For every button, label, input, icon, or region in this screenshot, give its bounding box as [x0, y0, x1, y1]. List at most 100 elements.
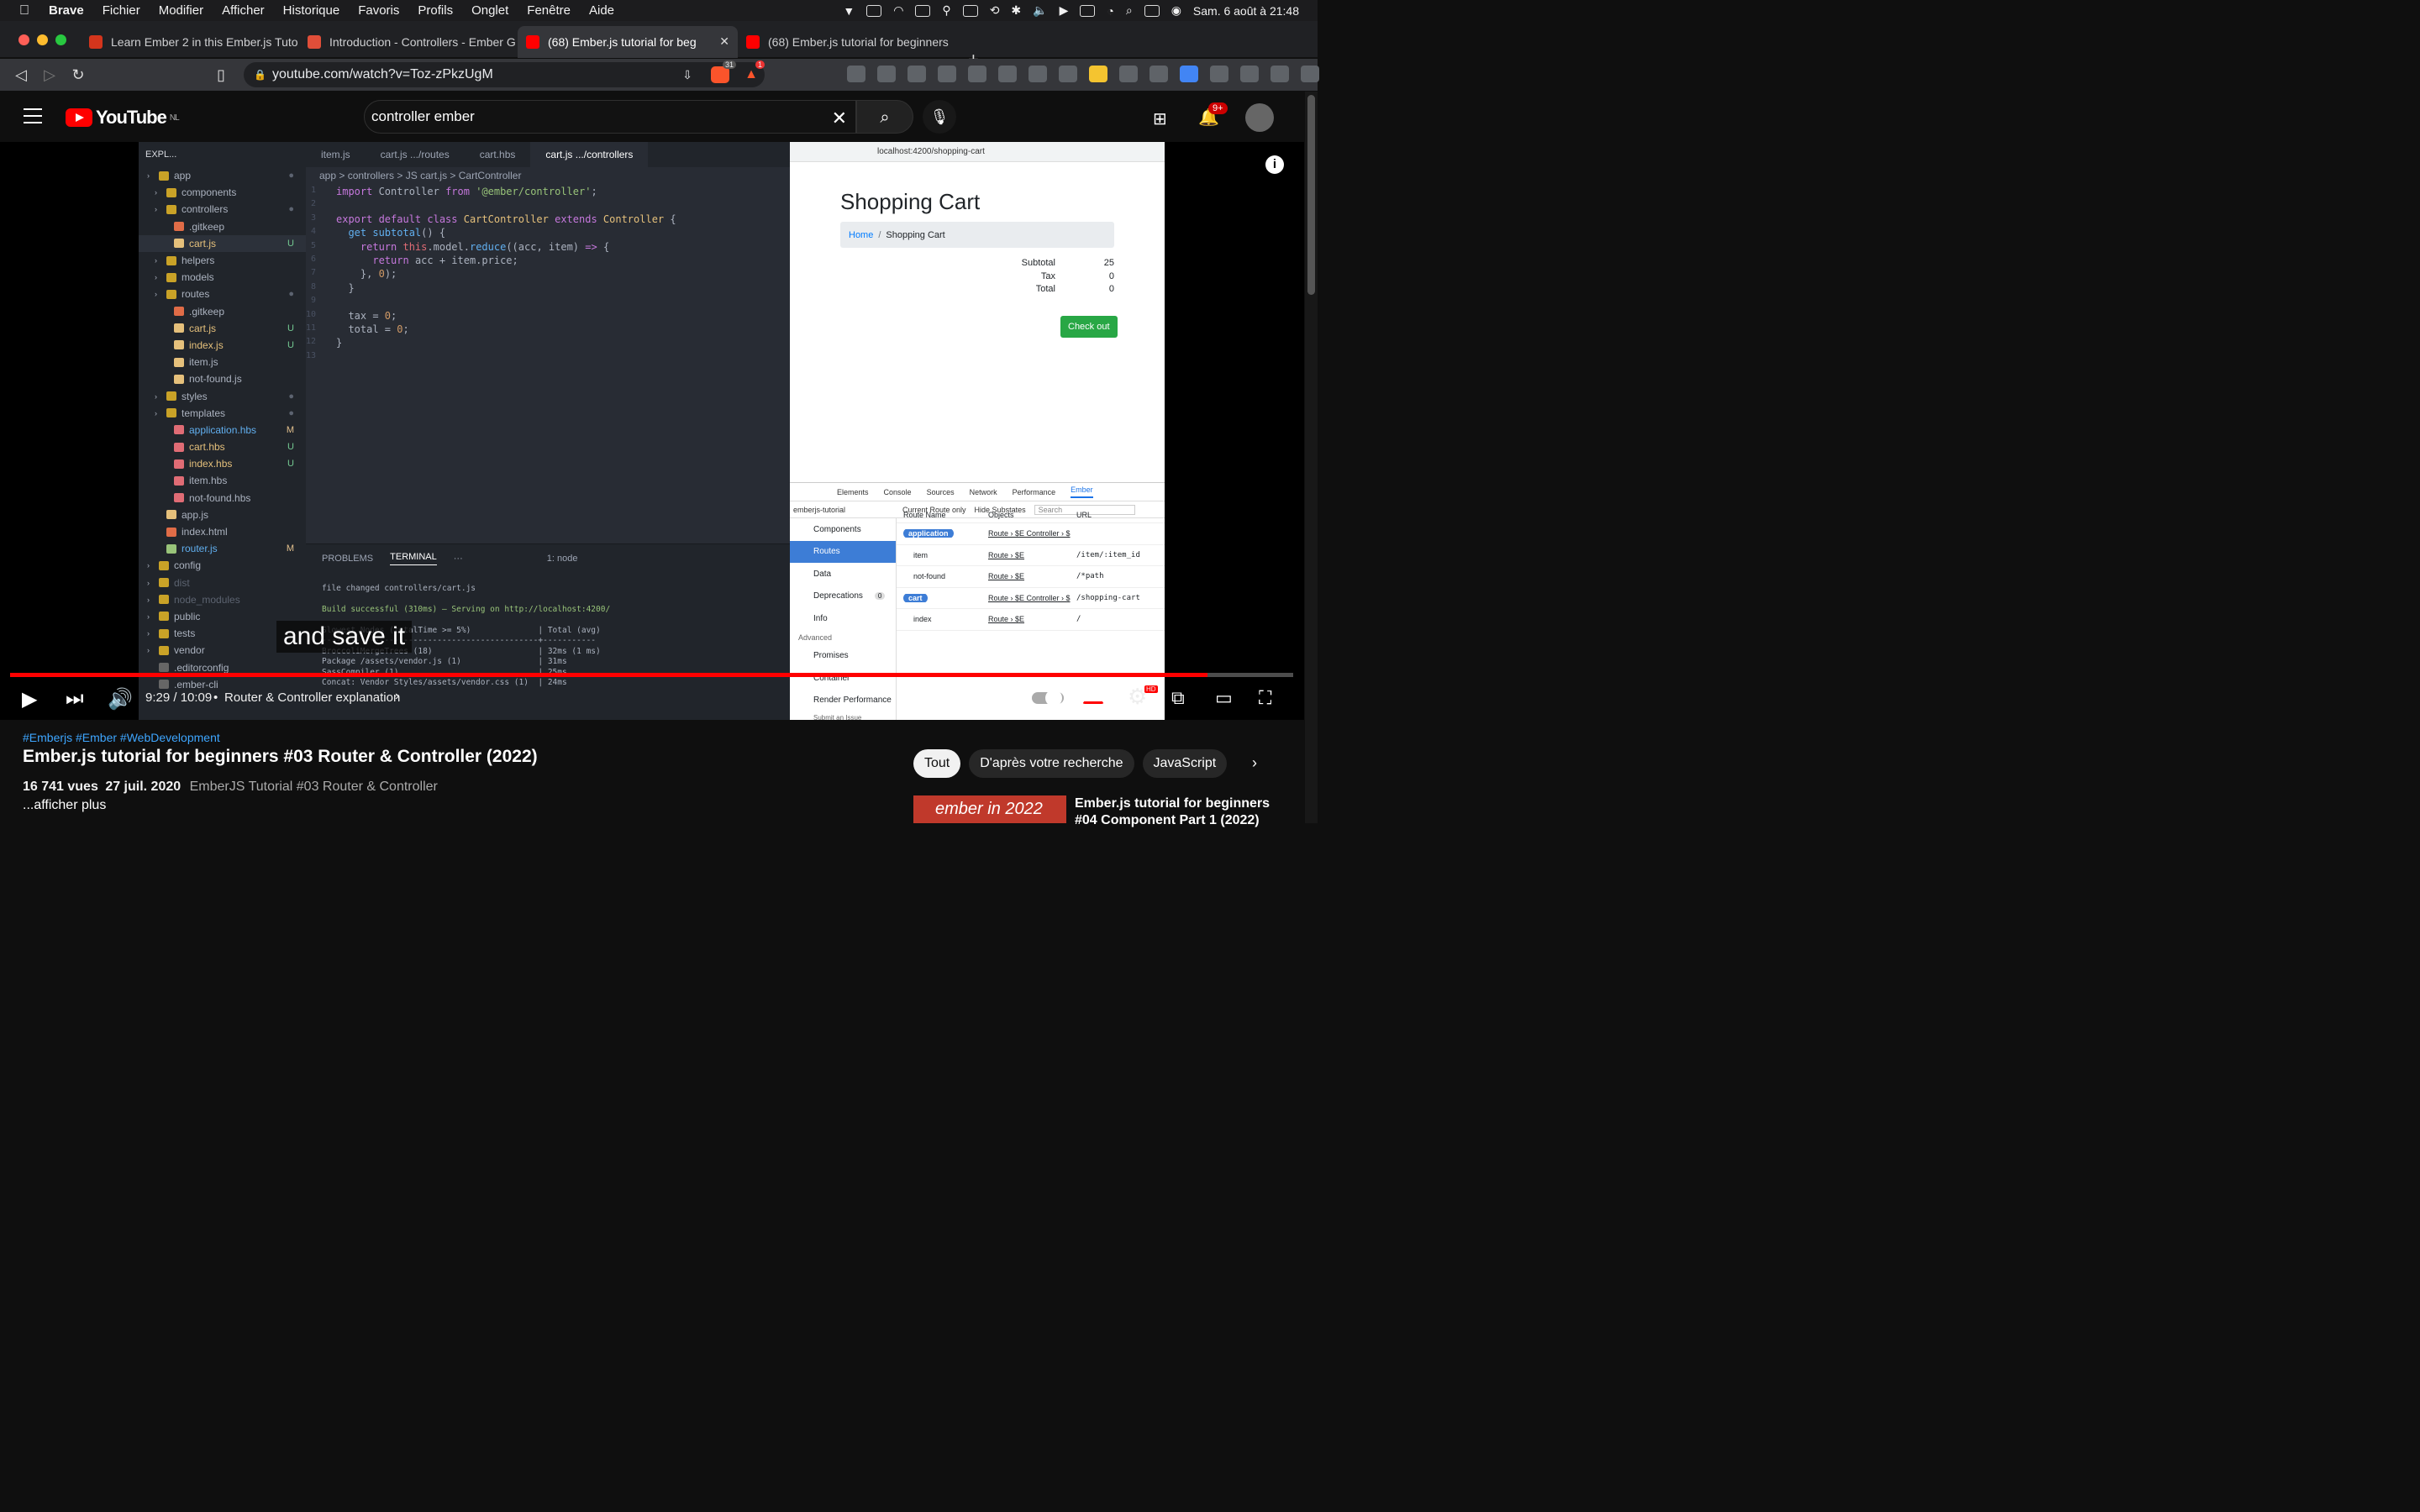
chip-related[interactable]: D'après votre recherche — [969, 749, 1134, 778]
spotlight-icon[interactable]: ⌕ — [1126, 3, 1133, 18]
extension-icon[interactable] — [1089, 66, 1107, 82]
extension-icon[interactable] — [1119, 66, 1138, 82]
next-button[interactable]: ⏭ — [66, 687, 84, 711]
scrollbar-thumb[interactable] — [1307, 95, 1315, 295]
video-hashtags[interactable]: #Emberjs #Ember #WebDevelopment — [23, 731, 220, 744]
menu-aide[interactable]: Aide — [589, 3, 614, 18]
wifi-icon[interactable]: ◔ — [1107, 4, 1113, 18]
menu-fichier[interactable]: Fichier — [103, 3, 140, 18]
code-token: this — [402, 240, 428, 253]
browser-tab[interactable]: Learn Ember 2 in this Ember.js Tuto — [81, 26, 301, 58]
browser-tab[interactable]: (68) Ember.js tutorial for beginners — [738, 26, 958, 58]
headphones-icon[interactable]: ◠ — [893, 3, 903, 18]
forward-icon[interactable]: ▷ — [35, 66, 64, 84]
route-name: item — [913, 550, 929, 559]
apple-menu-icon[interactable]:  — [0, 3, 49, 18]
extension-icon[interactable] — [1059, 66, 1077, 82]
video-player[interactable]: EXPL... › app ● › components › controllers ● .gi… — [0, 142, 1304, 720]
page-scrollbar[interactable] — [1305, 92, 1318, 823]
zoom-window-button[interactable] — [55, 34, 66, 45]
avatar[interactable] — [1245, 103, 1274, 132]
extension-icon[interactable] — [938, 66, 956, 82]
bookmark-icon[interactable]: ▯ — [207, 66, 235, 84]
voice-search-mic-icon[interactable]: 🎙 — [923, 100, 956, 134]
browser-tab[interactable]: (68) Ember.js tutorial for beg ✕ — [518, 26, 738, 58]
status-icon[interactable] — [915, 4, 931, 17]
show-more-link[interactable]: ...afficher plus — [23, 798, 106, 813]
chevron-icon: › — [155, 188, 157, 197]
extension-icon[interactable] — [877, 66, 896, 82]
chip-javascript[interactable]: JavaScript — [1142, 749, 1228, 778]
close-tab-icon[interactable]: ✕ — [719, 34, 729, 49]
chevron-right-icon[interactable]: › — [1252, 754, 1257, 772]
close-window-button[interactable] — [18, 34, 29, 45]
battery-icon[interactable] — [1080, 4, 1096, 17]
menubar-datetime[interactable]: Sam. 6 août à 21:48 — [1193, 4, 1299, 18]
play-icon[interactable]: ▶ — [1060, 3, 1069, 18]
playlist-icon[interactable] — [1240, 66, 1259, 82]
search-input[interactable] — [371, 108, 808, 125]
brave-shields-icon[interactable] — [711, 66, 729, 83]
status-icon[interactable]: ▼ — [843, 4, 855, 18]
menu-favoris[interactable]: Favoris — [358, 3, 399, 18]
time-machine-icon[interactable]: ⟲ — [990, 3, 1000, 18]
chapter-title[interactable]: Router & Controller explanation — [224, 690, 400, 705]
autoplay-toggle[interactable] — [1032, 690, 1064, 706]
play-button[interactable]: ▶ — [22, 687, 37, 711]
fullscreen-icon[interactable]: ⛶ — [1259, 687, 1271, 709]
file-tree-label: cart.js — [189, 322, 217, 334]
extension-icon[interactable] — [1028, 66, 1047, 82]
volume-icon[interactable]: 🔊 — [108, 687, 133, 711]
address-bar[interactable]: 🔒 youtube.com/watch?v=Toz-zPkzUgM ⇩ 31 ▲… — [244, 60, 765, 87]
create-video-icon[interactable]: ⊞ — [1153, 108, 1167, 129]
brave-rewards-icon[interactable]: ▲ — [744, 67, 758, 82]
youtube-logo[interactable]: YouTube NL — [66, 107, 180, 129]
menu-onglet[interactable]: Onglet — [471, 3, 508, 18]
status-icon[interactable] — [866, 4, 882, 17]
extension-icon[interactable] — [1150, 66, 1168, 82]
back-icon[interactable]: ◁ — [7, 66, 35, 84]
reload-icon[interactable]: ↻ — [64, 66, 92, 84]
miniplayer-icon[interactable]: ⧉ — [1171, 687, 1185, 709]
menu-icon[interactable] — [1301, 66, 1319, 82]
wallet-icon[interactable] — [1270, 66, 1289, 82]
bluetooth-icon[interactable]: ✱ — [1011, 3, 1021, 18]
theater-mode-icon[interactable]: ▭ — [1215, 687, 1233, 709]
minimize-window-button[interactable] — [37, 34, 48, 45]
recommendation-title[interactable]: Ember.js tutorial for beginners #04 Comp… — [1075, 795, 1293, 829]
chevron-right-icon[interactable]: › — [395, 689, 399, 704]
browser-tab[interactable]: Introduction - Controllers - Ember G — [299, 26, 516, 58]
search-button[interactable]: ⌕ — [856, 100, 913, 134]
status-icon[interactable]: ⚲ — [942, 3, 950, 18]
extension-icon[interactable] — [998, 66, 1017, 82]
recommendation-thumbnail[interactable]: ember in 2022 — [913, 795, 1066, 823]
code-line: 4 get subtotal() { — [306, 227, 790, 240]
volume-icon[interactable]: 🔈 — [1033, 3, 1047, 18]
siri-icon[interactable]: ◉ — [1171, 3, 1181, 18]
keyboard-icon[interactable] — [962, 4, 978, 17]
extension-icon[interactable] — [847, 66, 865, 82]
control-center-icon[interactable] — [1144, 4, 1160, 17]
chip-all[interactable]: Tout — [913, 749, 961, 778]
lock-icon: 🔒 — [254, 69, 266, 81]
puzzle-icon[interactable] — [1210, 66, 1228, 82]
subtitles-button[interactable] — [1082, 689, 1104, 704]
info-icon[interactable]: i — [1265, 155, 1284, 174]
menu-modifier[interactable]: Modifier — [159, 3, 203, 18]
menu-fenetre[interactable]: Fenêtre — [527, 3, 571, 18]
progress-bar[interactable] — [10, 673, 1293, 677]
menu-historique[interactable]: Historique — [283, 3, 340, 18]
menu-afficher[interactable]: Afficher — [222, 3, 265, 18]
file-tree-label: public — [174, 610, 201, 622]
clear-search-icon[interactable]: ✕ — [832, 108, 847, 129]
menu-app-name[interactable]: Brave — [49, 3, 84, 18]
translate-icon[interactable] — [1180, 66, 1198, 82]
video-meta[interactable]: 16 741 vues 27 juil. 2020 EmberJS Tutori… — [23, 780, 438, 795]
hbs-icon — [174, 475, 184, 486]
code-token: ; — [402, 323, 409, 335]
extension-icon[interactable] — [968, 66, 986, 82]
download-icon[interactable]: ⇩ — [682, 68, 692, 82]
extension-icon[interactable] — [908, 66, 926, 82]
hamburger-menu-icon[interactable] — [24, 108, 42, 123]
menu-profils[interactable]: Profils — [418, 3, 453, 18]
